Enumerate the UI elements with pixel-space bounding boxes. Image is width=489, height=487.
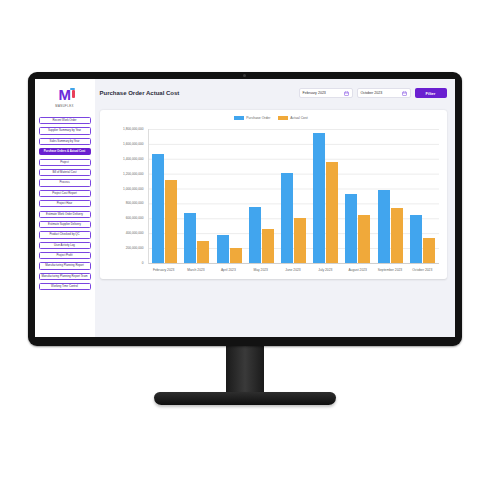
y-tick: 400,000,000 (104, 231, 144, 235)
y-tick: 0 (104, 261, 144, 265)
date-from-input[interactable]: February 2023 (299, 88, 353, 98)
bar-group (245, 129, 277, 263)
date-to-value: October 2023 (361, 91, 383, 95)
y-tick: 1,200,000,000 (104, 172, 144, 176)
sidebar-item[interactable]: Product Checked by QC (39, 231, 91, 238)
header: Purchase Order Actual Cost February 2023 O… (100, 87, 447, 99)
bar[interactable] (262, 229, 274, 263)
sidebar-item[interactable]: Project Profit (39, 252, 91, 259)
bar[interactable] (326, 162, 338, 263)
bar-group (277, 129, 309, 263)
bar-group (374, 129, 406, 263)
y-tick: 1,800,000,000 (104, 127, 144, 131)
plot-row: 1,800,000,000 1,600,000,000 1,400,000,000 1… (104, 129, 439, 265)
x-label: May 2023 (244, 268, 276, 272)
bar[interactable] (249, 207, 261, 263)
filter-button[interactable]: Filter (415, 88, 447, 98)
bar[interactable] (197, 241, 209, 263)
logo-accent (72, 90, 75, 98)
bar-group (342, 129, 374, 263)
monitor-base (154, 392, 336, 405)
bar[interactable] (313, 133, 325, 263)
sidebar-item[interactable]: Working Time Control (39, 283, 91, 290)
y-tick: 1,600,000,000 (104, 142, 144, 146)
bar[interactable] (391, 208, 403, 263)
sidebar-item[interactable]: Estimate Supplier Delivery (39, 221, 91, 228)
x-label: February 2023 (148, 268, 180, 272)
sidebar-item[interactable]: Project Cost Report (39, 190, 91, 197)
y-tick: 1,000,000,000 (104, 187, 144, 191)
calendar-icon[interactable] (344, 91, 349, 96)
main-content: Purchase Order Actual Cost February 2023 O… (95, 79, 455, 337)
y-tick: 200,000,000 (104, 246, 144, 250)
sidebar-item[interactable]: Project (39, 159, 91, 166)
x-axis: February 2023March 2023April 2023May 202… (148, 268, 439, 272)
logo-name: MANUFLEX (55, 104, 73, 108)
chart-legend: Purchase Order Actual Cost (104, 115, 439, 121)
legend-swatch (278, 116, 288, 120)
plot-area (148, 129, 439, 264)
x-label: August 2023 (341, 268, 373, 272)
bar[interactable] (294, 218, 306, 263)
logo-accent (70, 88, 75, 90)
bar[interactable] (152, 154, 164, 263)
page-title: Purchase Order Actual Cost (100, 90, 180, 96)
legend-item[interactable]: Purchase Order (234, 116, 270, 120)
monitor: M MANUFLEX Recent Work Order Supplier Summa… (28, 72, 462, 346)
bar-group (406, 129, 438, 263)
bar[interactable] (423, 238, 435, 263)
sidebar-item[interactable]: Bill of Material Cost (39, 169, 91, 176)
bar[interactable] (345, 194, 357, 263)
logo-mark: M (59, 87, 71, 102)
legend-item[interactable]: Actual Cost (278, 116, 307, 120)
x-label: April 2023 (212, 268, 244, 272)
date-to-input[interactable]: October 2023 (357, 88, 411, 98)
logo[interactable]: M MANUFLEX (55, 87, 73, 108)
x-label: March 2023 (180, 268, 212, 272)
legend-label: Purchase Order (246, 116, 270, 120)
sidebar-item[interactable]: Supplier Summary by Year (39, 127, 91, 134)
bar[interactable] (230, 248, 242, 263)
x-label: June 2023 (277, 268, 309, 272)
filter-controls: February 2023 October 2023 Filter (299, 88, 447, 98)
sidebar-item[interactable]: User Activity Log (39, 242, 91, 249)
sidebar-item[interactable]: Purchase Orders & Actual Cost (39, 148, 91, 155)
bar-group (181, 129, 213, 263)
camera (243, 74, 246, 77)
sidebar-item[interactable]: Manufacturing Planning Report (39, 262, 91, 269)
bar-group (213, 129, 245, 263)
x-label: October 2023 (406, 268, 438, 272)
sidebar-item[interactable]: Recent Work Order (39, 117, 91, 124)
legend-label: Actual Cost (290, 116, 307, 120)
bar-group (149, 129, 181, 263)
bar[interactable] (358, 215, 370, 263)
date-from-value: February 2023 (303, 91, 326, 95)
logo-letter: M (59, 87, 71, 102)
bar[interactable] (217, 235, 229, 263)
sidebar-item[interactable]: Project Hour (39, 200, 91, 207)
bar[interactable] (410, 215, 422, 263)
sidebar: M MANUFLEX Recent Work Order Supplier Summa… (35, 79, 95, 337)
legend-swatch (234, 116, 244, 120)
sidebar-item[interactable]: Estimate Work Order Delivery (39, 211, 91, 218)
x-label: July 2023 (309, 268, 341, 272)
bar[interactable] (165, 180, 177, 263)
chart-card: Purchase OrderActual Cost1,800,000,0001,… (100, 110, 447, 279)
monitor-neck (226, 346, 264, 392)
bar-group (310, 129, 342, 263)
screen: M MANUFLEX Recent Work Order Supplier Summa… (35, 79, 455, 337)
bar[interactable] (281, 173, 293, 263)
y-tick: 1,400,000,000 (104, 157, 144, 161)
sidebar-list: Recent Work Order Supplier Summary by Yea… (39, 117, 91, 290)
y-tick: 800,000,000 (104, 201, 144, 205)
calendar-icon[interactable] (402, 91, 407, 96)
bar[interactable] (378, 190, 390, 263)
bar[interactable] (184, 213, 196, 263)
x-label: September 2023 (374, 268, 406, 272)
sidebar-item[interactable]: Process (39, 179, 91, 186)
y-axis: 1,800,000,000 1,600,000,000 1,400,000,000 1… (104, 127, 148, 265)
sidebar-item[interactable]: Manufacturing Planning Report Team (39, 273, 91, 280)
y-tick: 600,000,000 (104, 216, 144, 220)
sidebar-item[interactable]: Sales Summary by Year (39, 138, 91, 145)
